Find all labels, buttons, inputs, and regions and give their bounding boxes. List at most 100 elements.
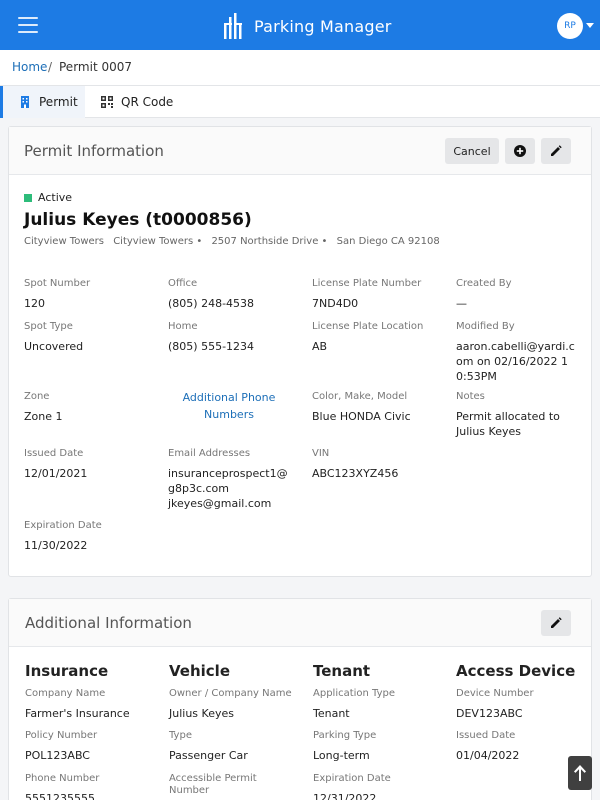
- field-value: Passenger Car: [169, 749, 248, 762]
- field-label: Issued Date: [456, 730, 516, 741]
- field-label: Color, Make, Model: [312, 391, 408, 402]
- tab-qr-code[interactable]: QR Code: [101, 86, 181, 118]
- building-icon: [21, 96, 29, 108]
- field-label: Issued Date: [24, 448, 84, 459]
- spot-number-field: Spot Number 120: [24, 278, 154, 311]
- field-value: ABC123XYZ456: [312, 467, 399, 480]
- tenant-expiration-field: Expiration Date 12/31/2022: [313, 773, 443, 800]
- field-value: Julius Keyes: [169, 707, 234, 720]
- field-value: Tenant: [313, 707, 350, 720]
- additional-card-title: Additional Information: [25, 614, 192, 632]
- add-button[interactable]: [505, 138, 535, 164]
- access-device-heading: Access Device: [456, 662, 576, 680]
- email-address: jkeyes@gmail.com: [168, 497, 272, 510]
- field-label: Policy Number: [25, 730, 98, 741]
- additional-information-card: Additional Information Insurance Company…: [8, 598, 592, 800]
- scroll-to-top-button[interactable]: [568, 756, 592, 790]
- home-phone-field: Home (805) 555-1234: [168, 321, 298, 354]
- arrow-up-icon: [574, 765, 586, 781]
- field-value: 12/31/2022: [313, 792, 377, 800]
- status-badge: Active: [24, 191, 72, 204]
- plus-circle-icon: [514, 145, 526, 157]
- field-label: Modified By: [456, 321, 515, 332]
- zone-field: Zone Zone 1: [24, 391, 154, 424]
- permit-holder-name: Julius Keyes (t0000856): [24, 210, 252, 230]
- field-label: Home: [168, 321, 198, 332]
- user-avatar[interactable]: RP: [557, 13, 583, 39]
- field-label: Created By: [456, 278, 512, 289]
- cancel-button[interactable]: Cancel: [445, 138, 499, 164]
- hamburger-menu-icon[interactable]: [18, 17, 38, 33]
- caret-down-icon[interactable]: [586, 23, 594, 28]
- address-street: 2507 Northside Drive •: [211, 236, 328, 247]
- insurance-policy-field: Policy Number POL123ABC: [25, 730, 155, 763]
- field-value: Long-term: [313, 749, 370, 762]
- tenant-heading: Tenant: [313, 662, 371, 680]
- field-value: aaron.cabelli@yardi.com on 02/16/2022 10…: [456, 340, 575, 383]
- field-label: Spot Number: [24, 278, 91, 289]
- address-city: San Diego CA 92108: [336, 236, 440, 247]
- license-plate-field: License Plate Number 7ND4D0: [312, 278, 442, 311]
- insurance-company-field: Company Name Farmer's Insurance: [25, 688, 155, 721]
- permit-card-title: Permit Information: [24, 142, 164, 160]
- pencil-icon: [551, 145, 562, 156]
- field-value: Uncovered: [24, 340, 84, 353]
- field-label: Zone: [24, 391, 50, 402]
- status-text: Active: [38, 191, 73, 204]
- field-label: Type: [169, 730, 192, 741]
- field-label: Phone Number: [25, 773, 100, 784]
- parking-type-field: Parking Type Long-term: [313, 730, 443, 763]
- breadcrumb-separator: /: [48, 60, 53, 74]
- field-value: 11/30/2022: [24, 539, 88, 552]
- edit-button[interactable]: [541, 138, 571, 164]
- insurance-heading: Insurance: [25, 662, 109, 680]
- status-indicator: [24, 193, 32, 202]
- created-by-field: Created By —: [456, 278, 586, 311]
- tab-permit[interactable]: Permit: [0, 86, 85, 118]
- field-label: Accessible Permit Number: [169, 773, 257, 796]
- expiration-date-field: Expiration Date 11/30/2022: [24, 520, 154, 553]
- field-label: VIN: [312, 448, 330, 459]
- field-value: 7ND4D0: [312, 297, 359, 310]
- field-value: Farmer's Insurance: [25, 707, 130, 720]
- tab-permit-label: Permit: [39, 95, 78, 109]
- vehicle-description-field: Color, Make, Model Blue HONDA Civic: [312, 391, 442, 424]
- tab-qr-code-label: QR Code: [121, 95, 174, 109]
- breadcrumb-home-link[interactable]: Home: [12, 60, 47, 74]
- field-value: Permit allocated to Julius Keyes: [456, 410, 560, 438]
- insurance-phone-field: Phone Number 5551235555: [25, 773, 155, 800]
- office-phone-field: Office (805) 248-4538: [168, 278, 298, 311]
- brand: Parking Manager: [222, 12, 392, 40]
- edit-additional-button[interactable]: [541, 610, 571, 636]
- device-number-field: Device Number DEV123ABC: [456, 688, 586, 721]
- spot-type-field: Spot Type Uncovered: [24, 321, 154, 354]
- field-value: (805) 248-4538: [168, 297, 255, 310]
- vehicle-type-field: Type Passenger Car: [169, 730, 299, 763]
- breadcrumb: Home / Permit 0007: [0, 50, 600, 86]
- additional-phone-numbers-link[interactable]: Additional Phone Numbers: [168, 389, 290, 423]
- issued-date-field: Issued Date 12/01/2021: [24, 448, 154, 481]
- field-value: Zone 1: [24, 410, 63, 423]
- permit-card-header: Permit Information Cancel: [9, 127, 591, 175]
- field-label: Notes: [456, 391, 485, 402]
- notes-field: Notes Permit allocated to Julius Keyes: [456, 391, 566, 439]
- field-value: 01/04/2022: [456, 749, 520, 762]
- vehicle-owner-field: Owner / Company Name Julius Keyes: [169, 688, 299, 721]
- field-value: POL123ABC: [25, 749, 90, 762]
- qr-code-icon: [101, 96, 113, 108]
- additional-card-header: Additional Information: [9, 599, 591, 647]
- field-label: Email Addresses: [168, 448, 251, 459]
- top-app-bar: Parking Manager RP: [0, 0, 600, 50]
- permit-information-card: Permit Information Cancel Active Julius …: [8, 126, 592, 577]
- email-addresses-field: Email Addresses insuranceprospect1@g8p3c…: [168, 448, 290, 511]
- field-value: —: [456, 297, 467, 310]
- field-label: Office: [168, 278, 198, 289]
- parking-logo-icon: [224, 13, 242, 39]
- field-value: 12/01/2021: [24, 467, 88, 480]
- field-value: (805) 555-1234: [168, 340, 255, 353]
- vehicle-heading: Vehicle: [169, 662, 230, 680]
- field-value: Blue HONDA Civic: [312, 410, 411, 423]
- additional-phone-numbers-link-wrap: Additional Phone Numbers: [168, 389, 290, 423]
- field-label: License Plate Number: [312, 278, 422, 289]
- breadcrumb-current: Permit 0007: [59, 60, 132, 74]
